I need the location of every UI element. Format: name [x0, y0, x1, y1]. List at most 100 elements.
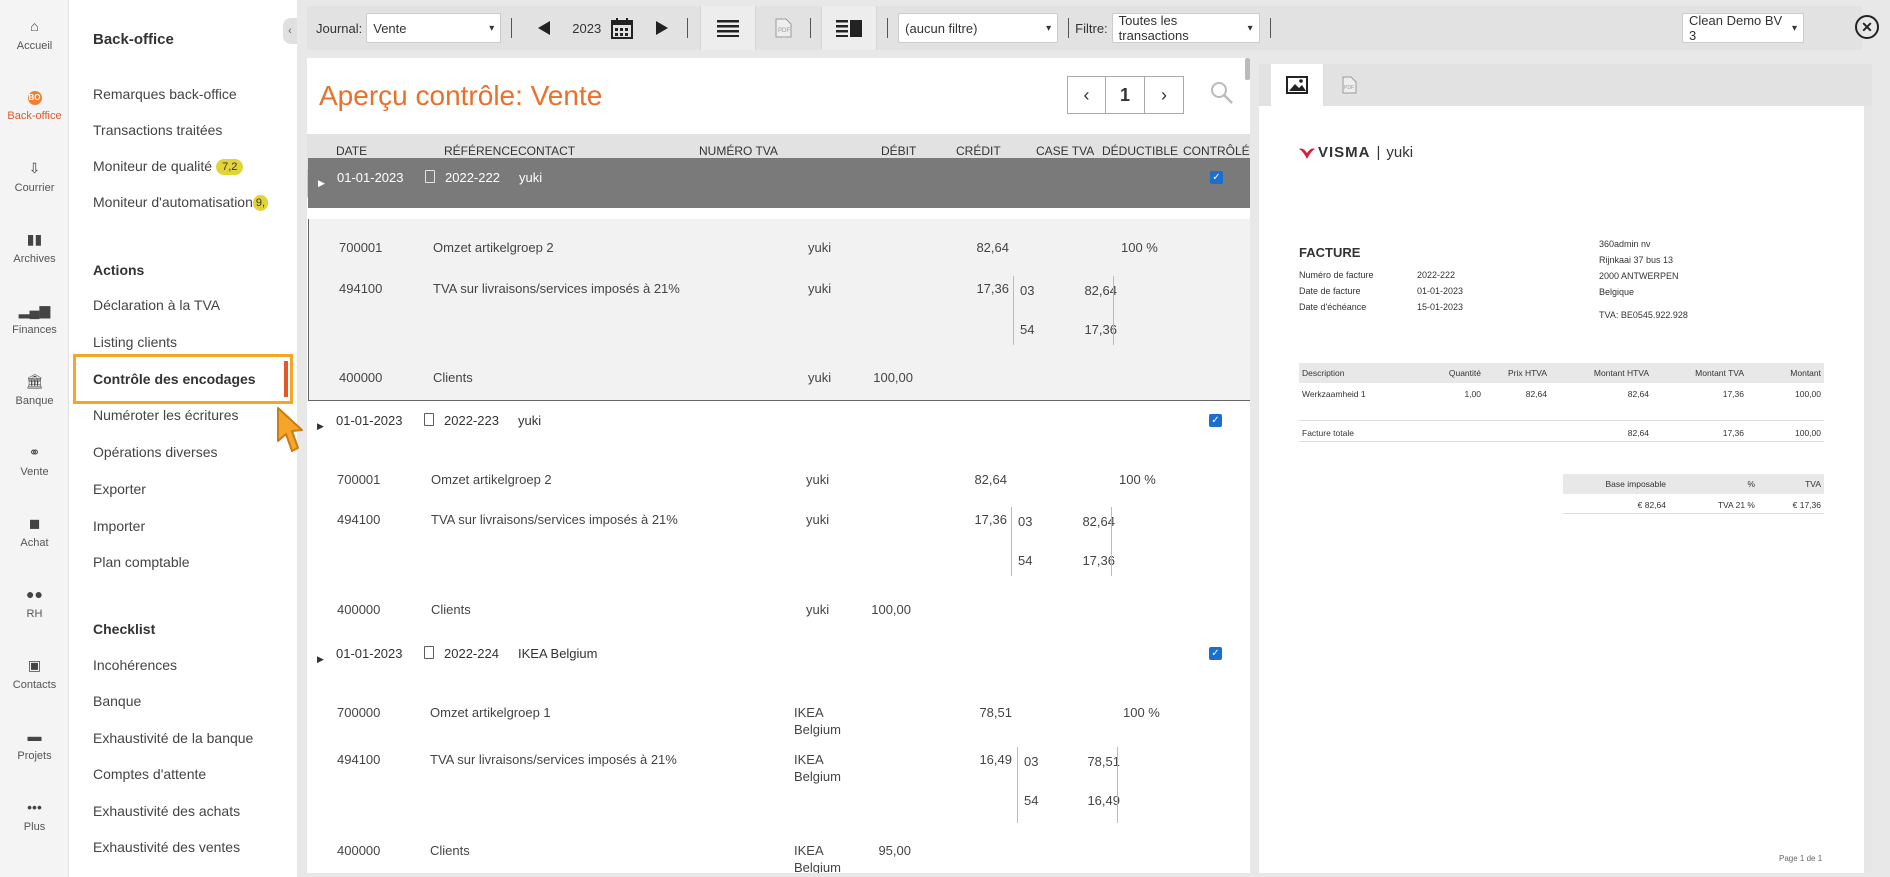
next-page-button[interactable]: ›: [1145, 76, 1184, 114]
line-contact: yuki: [806, 512, 830, 527]
nav-exhaustivite-banque[interactable]: Exhaustivité de la banque: [93, 730, 253, 746]
divider: [1013, 276, 1014, 345]
col-case-tva[interactable]: CASE TVA: [1036, 144, 1094, 158]
account-number: 400000: [339, 370, 383, 385]
svg-text:PDF: PDF: [1344, 85, 1354, 91]
rail-banque[interactable]: 🏛 Banque: [0, 355, 69, 426]
col-date[interactable]: DATE: [336, 144, 367, 158]
account-number: 400000: [337, 602, 381, 617]
account-number: 494100: [339, 281, 383, 296]
filtre-select[interactable]: Toutes les transactions ▾: [1111, 13, 1260, 43]
col-deductible[interactable]: DÉDUCTIBLE: [1102, 144, 1178, 158]
vat-case: 03: [1018, 514, 1033, 529]
prev-year-button[interactable]: [522, 13, 566, 43]
col-controle[interactable]: CONTRÔLÉ: [1183, 144, 1250, 158]
calendar-button[interactable]: [607, 13, 637, 43]
nav-controle-encodages[interactable]: Contrôle des encodages: [73, 354, 293, 404]
preview-scrollbar[interactable]: [1864, 106, 1872, 873]
transaction-row[interactable]: ▶ 01-01-2023 2022-222 yuki ✓: [308, 158, 1250, 208]
tab-pdf[interactable]: PDF: [1323, 64, 1375, 106]
nav-exhaustivite-achats[interactable]: Exhaustivité des achats: [93, 803, 240, 819]
rail-contacts[interactable]: ▣ Contacts: [0, 639, 69, 710]
rail-archives[interactable]: ▮▮ Archives: [0, 213, 69, 284]
controle-checkbox[interactable]: ✓: [1209, 414, 1222, 427]
line-credit: 17,36: [976, 281, 1009, 296]
account-number: 700000: [337, 705, 381, 720]
collapse-nav-button[interactable]: ‹: [283, 18, 297, 44]
rail-projets[interactable]: ▬ Projets: [0, 710, 69, 781]
expand-caret-icon[interactable]: ▶: [317, 654, 324, 665]
transaction-reference: 2022-223: [444, 413, 499, 428]
document-icon[interactable]: [425, 170, 435, 183]
nav-incoherences[interactable]: Incohérences: [93, 657, 177, 673]
split-view-button[interactable]: [821, 6, 878, 50]
vat-case: 54: [1020, 322, 1035, 337]
pdf-button[interactable]: PDF: [756, 13, 810, 43]
rail-courrier[interactable]: ⇩ Courrier: [0, 142, 69, 213]
col-credit[interactable]: CRÉDIT: [956, 144, 1001, 158]
backoffice-icon: BO: [27, 91, 42, 105]
nav-remarques[interactable]: Remarques back-office: [93, 86, 237, 102]
nav-moniteur-automatisation[interactable]: Moniteur d'automatisation 9,: [93, 194, 269, 212]
document-icon[interactable]: [424, 413, 434, 426]
contacts-icon: ▣: [27, 657, 42, 673]
expand-caret-icon[interactable]: ▶: [317, 421, 324, 432]
year-value: 2023: [572, 20, 602, 36]
nav-importer[interactable]: Importer: [93, 518, 145, 534]
col-debit[interactable]: DÉBIT: [881, 144, 916, 158]
line-deductible: 100 %: [1119, 472, 1156, 487]
vat-amount: 17,36: [1082, 553, 1115, 568]
nav-plan-comptable[interactable]: Plan comptable: [93, 554, 190, 570]
transaction-row[interactable]: ▶ 01-01-2023 2022-223 yuki ✓: [307, 401, 1250, 451]
next-year-button[interactable]: [637, 13, 687, 43]
line-deductible: 100 %: [1123, 705, 1160, 720]
close-button[interactable]: ✕: [1855, 15, 1879, 39]
account-number: 700001: [337, 472, 381, 487]
line-description: Omzet artikelgroep 2: [433, 240, 554, 255]
company-select[interactable]: Clean Demo BV 3 ▾: [1682, 13, 1804, 43]
current-page[interactable]: 1: [1106, 76, 1145, 114]
search-icon[interactable]: [1209, 80, 1235, 106]
nav-banque[interactable]: Banque: [93, 693, 141, 709]
controle-checkbox[interactable]: ✓: [1209, 647, 1222, 660]
actions-heading: Actions: [93, 262, 145, 278]
line-credit: 17,36: [974, 512, 1007, 527]
nav-declaration-tva[interactable]: Déclaration à la TVA: [93, 297, 220, 313]
transaction-row[interactable]: ▶ 01-01-2023 2022-224 IKEA Belgium ✓: [307, 634, 1250, 684]
expand-caret-icon[interactable]: ▶: [318, 178, 325, 189]
nav-operations-diverses[interactable]: Opérations diverses: [93, 444, 218, 460]
nav-exporter[interactable]: Exporter: [93, 481, 146, 497]
rail-back-office[interactable]: BO Back-office: [0, 71, 69, 142]
journal-select[interactable]: Vente ▾: [366, 13, 502, 43]
nav-numeroter-ecritures[interactable]: Numéroter les écritures: [93, 407, 239, 423]
nav-comptes-attente[interactable]: Comptes d'attente: [93, 766, 206, 782]
rail-plus[interactable]: ••• Plus: [0, 781, 69, 852]
nav-moniteur-qualite[interactable]: Moniteur de qualité 7,2: [93, 158, 244, 176]
col-reference[interactable]: RÉFÉRENCE: [444, 144, 518, 158]
document-icon[interactable]: [424, 646, 434, 659]
rail-vente[interactable]: ⚭ Vente: [0, 426, 69, 497]
line-contact: IKEA Belgium: [794, 752, 841, 784]
divider: [1111, 507, 1112, 576]
col-contact[interactable]: CONTACT: [518, 144, 575, 158]
rail-achat[interactable]: ◼ Achat: [0, 497, 69, 568]
list-view-button[interactable]: [700, 6, 757, 50]
col-numero-tva[interactable]: NUMÉRO TVA: [699, 144, 778, 158]
line-description: TVA sur livraisons/services imposés à 21…: [433, 281, 680, 296]
rail-rh[interactable]: ●● RH: [0, 568, 69, 639]
nav-listing-clients[interactable]: Listing clients: [93, 334, 177, 350]
controle-checkbox[interactable]: ✓: [1210, 171, 1223, 184]
tab-image[interactable]: [1271, 64, 1323, 106]
line-contact: yuki: [806, 472, 830, 487]
line-deductible: 100 %: [1121, 240, 1158, 255]
prev-page-button[interactable]: ‹: [1067, 76, 1106, 114]
rail-finances[interactable]: ▂▄▆ Finances: [0, 284, 69, 355]
filter-select[interactable]: (aucun filtre) ▾: [898, 13, 1059, 43]
image-icon: [1286, 76, 1308, 94]
nav-exhaustivite-ventes[interactable]: Exhaustivité des ventes: [93, 839, 240, 855]
page-title: Aperçu contrôle: Vente: [319, 80, 603, 111]
main-scrollbar[interactable]: [1245, 58, 1250, 80]
chevron-left-icon: ‹: [1083, 84, 1090, 105]
rail-accueil[interactable]: ⌂ Accueil: [0, 0, 69, 71]
nav-transactions[interactable]: Transactions traitées: [93, 122, 222, 138]
